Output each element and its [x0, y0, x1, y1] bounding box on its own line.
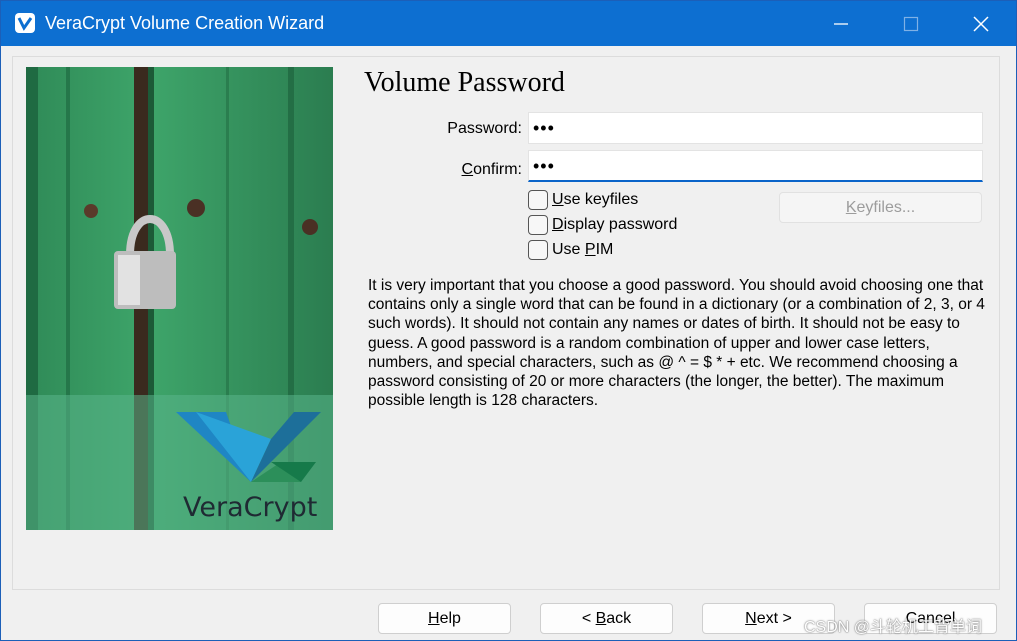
confirm-label: Confirm: [402, 160, 522, 180]
display-password-rest: isplay password [563, 216, 678, 233]
help-accel: H [428, 609, 440, 627]
minimize-button[interactable] [806, 1, 876, 46]
logo-text-vera: Vera [183, 492, 244, 523]
password-input[interactable]: ••• [528, 112, 983, 144]
use-pim-accel: P [584, 241, 596, 258]
close-icon [973, 15, 989, 32]
close-button[interactable] [946, 1, 1016, 46]
use-keyfiles-checkbox[interactable] [528, 190, 548, 210]
page-title: Volume Password [364, 67, 565, 98]
help-rest: elp [439, 609, 461, 627]
display-password-label: Display password [552, 215, 677, 235]
back-prefix: < [581, 609, 596, 627]
help-button[interactable]: Help [378, 603, 511, 634]
use-pim-option[interactable]: Use PIM [528, 239, 613, 261]
svg-text:VeraCrypt: VeraCrypt [183, 492, 317, 523]
use-pim-label: Use PIM [552, 240, 613, 260]
use-pim-checkbox[interactable] [528, 240, 548, 260]
next-rest: ext > [756, 609, 792, 627]
back-rest: ack [606, 609, 632, 627]
maximize-icon [903, 16, 919, 31]
use-keyfiles-option[interactable]: Use keyfiles [528, 189, 638, 211]
confirm-input[interactable]: ••• [528, 150, 983, 182]
use-pim-prefix: Use [552, 241, 585, 258]
confirm-accel: C [461, 161, 474, 178]
password-label: Password: [447, 120, 522, 137]
window-title: VeraCrypt Volume Creation Wizard [45, 13, 325, 33]
use-pim-rest: IM [595, 241, 614, 258]
confirm-label-rest: onfirm: [473, 161, 522, 178]
use-keyfiles-accel: U [552, 191, 564, 208]
maximize-button[interactable] [876, 1, 946, 46]
title-bar[interactable]: VeraCrypt Volume Creation Wizard [1, 1, 1016, 46]
display-password-accel: D [552, 216, 564, 233]
password-guidance-text: It is very important that you choose a g… [368, 277, 985, 410]
padlock-door-image: VeraCrypt [26, 67, 333, 530]
keyfiles-rest: eyfiles... [856, 198, 916, 216]
display-password-option[interactable]: Display password [528, 214, 677, 236]
wizard-window: VeraCrypt Volume Creation Wizard VeraCry… [0, 0, 1017, 641]
next-accel: N [745, 609, 757, 627]
use-keyfiles-rest: se keyfiles [563, 191, 639, 208]
keyfiles-button[interactable]: Keyfiles... [779, 192, 982, 223]
display-password-checkbox[interactable] [528, 215, 548, 235]
keyfiles-accel: K [845, 198, 857, 216]
watermark: CSDN @斗轮机工背单词 [804, 619, 983, 636]
minimize-icon [834, 22, 848, 25]
veracrypt-app-icon [15, 13, 35, 33]
logo-text-crypt: Crypt [244, 492, 318, 523]
use-keyfiles-label: Use keyfiles [552, 190, 638, 210]
back-button[interactable]: < Back [540, 603, 673, 634]
back-accel: B [595, 609, 607, 627]
padlock-door-illustration: VeraCrypt [26, 67, 333, 530]
